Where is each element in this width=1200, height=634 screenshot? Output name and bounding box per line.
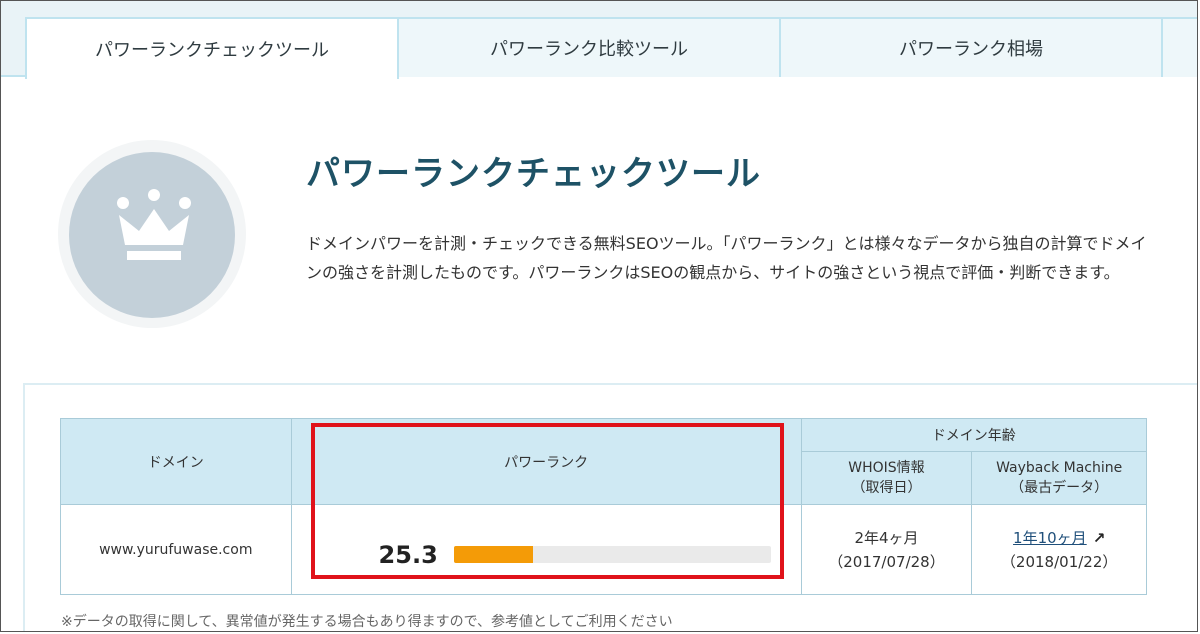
page-frame: パワーランクチェックツール パワーランク比較ツール パワーランク相場 パワーラン…: [0, 0, 1198, 632]
tab-power-rank-market[interactable]: パワーランク相場: [779, 17, 1163, 77]
result-table: ドメイン パワーランク ドメイン年齢 WHOIS情報 （取得日） Wayback…: [60, 418, 1148, 595]
header-whois-sub: （取得日）: [851, 480, 922, 496]
crown-icon: [117, 189, 191, 260]
cell-wayback: 1年10ヶ月 ↗ （2018/01/22）: [971, 504, 1147, 595]
tab-power-rank-check[interactable]: パワーランクチェックツール: [25, 17, 399, 79]
disclaimer-note: ※データの取得に関して、異常値が発生する場合もあり得ますので、参考値としてご利用…: [61, 614, 673, 630]
header-whois-label: WHOIS情報: [848, 460, 925, 476]
page-description: ドメインパワーを計測・チェックできる無料SEOツール。「パワーランク」とは様々な…: [306, 234, 1147, 282]
power-rank-bar-fill: [453, 546, 533, 563]
cell-whois: 2年4ヶ月 （2017/07/28）: [800, 504, 973, 595]
tab-more[interactable]: [1161, 17, 1197, 77]
tab-bar: パワーランクチェックツール パワーランク比較ツール パワーランク相場: [1, 1, 1197, 79]
header-wayback-sub: （最古データ）: [1010, 480, 1109, 496]
power-rank-value: 25.3: [378, 541, 438, 569]
page-title: パワーランクチェックツール: [306, 154, 761, 194]
whois-age: 2年4ヶ月: [854, 528, 919, 547]
whois-date: （2017/07/28）: [828, 552, 945, 571]
header-wayback-label: Wayback Machine: [996, 460, 1123, 476]
header-wayback: Wayback Machine （最古データ）: [971, 451, 1147, 505]
cell-domain: www.yurufuwase.com: [60, 504, 292, 595]
cell-power-rank: 25.3: [290, 504, 802, 595]
table-row: www.yurufuwase.com 25.3 2年4ヶ月 （2017/07/2…: [60, 504, 1147, 595]
tab-label: パワーランクチェックツール: [95, 40, 329, 61]
tab-label: パワーランク相場: [899, 39, 1043, 60]
power-rank-bar: [453, 546, 771, 563]
tab-power-rank-compare[interactable]: パワーランク比較ツール: [397, 17, 781, 77]
header-domain: ドメイン: [60, 418, 292, 505]
external-link-icon[interactable]: ↗: [1093, 529, 1106, 547]
header-domain-age: ドメイン年齢: [800, 418, 1148, 452]
header-whois: WHOIS情報 （取得日）: [800, 451, 973, 505]
tab-label: パワーランク比較ツール: [490, 39, 688, 60]
wayback-link[interactable]: 1年10ヶ月: [1013, 529, 1087, 547]
header-power-rank: パワーランク: [290, 418, 802, 505]
wayback-date: （2018/01/22）: [1000, 552, 1118, 571]
